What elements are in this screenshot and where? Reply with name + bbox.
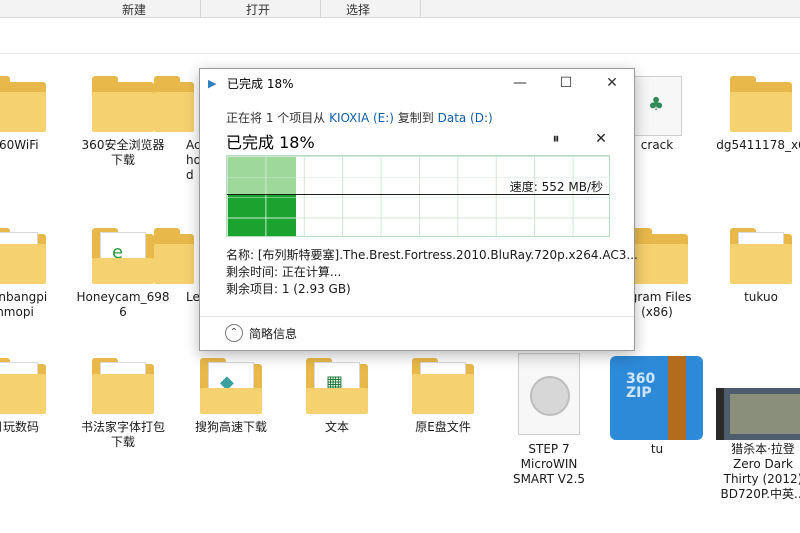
- minimize-button[interactable]: —: [498, 71, 542, 95]
- folder-icon: ▦: [306, 358, 368, 414]
- time-remaining-line: 剩余时间: 正在计算...: [226, 265, 342, 279]
- folder-shufajia[interactable]: 书法家字体打包 下载: [68, 358, 178, 450]
- item-label: 猎杀本·拉登 Zero Dark Thirty (2012) BD720P.中英…: [720, 442, 800, 501]
- folder-icon: [92, 358, 154, 414]
- copy-progress-dialog: ▶ 已完成 18% — ☐ ✕ 正在将 1 个项目从 KIOXIA (E:) 复…: [199, 68, 638, 351]
- folder-360wifi[interactable]: 360WiFi: [0, 76, 70, 153]
- item-label: tu: [650, 442, 664, 456]
- dialog-title-bar[interactable]: ▶ 已完成 18% — ☐ ✕: [200, 69, 634, 97]
- speed-label: 速度: 552 MB/秒: [509, 180, 603, 194]
- folder-icon: [154, 228, 194, 284]
- address-area: [0, 18, 800, 54]
- folder-le[interactable]: Le: [146, 228, 202, 305]
- graph-grid: [227, 156, 609, 236]
- item-label: 搜狗高速下载: [194, 420, 267, 434]
- item-label: 月玩数码: [0, 420, 39, 434]
- folder-wenben[interactable]: ▦ 文本: [282, 358, 392, 435]
- copy-description: 正在将 1 个项目从 KIOXIA (E:) 复制到 Data (D:): [226, 109, 493, 126]
- video-icon: [716, 388, 800, 440]
- folder-icon: [0, 228, 46, 284]
- ribbon-separator: [420, 0, 421, 18]
- folder-icon: ◆: [200, 358, 262, 414]
- folder-icon: [154, 76, 194, 132]
- item-label: 书法家字体打包 下载: [80, 420, 165, 449]
- folder-dg5411178[interactable]: dg5411178_x6: [706, 76, 800, 153]
- items-remaining-line: 剩余项目: 1 (2.93 GB): [226, 282, 351, 296]
- collapse-details-label[interactable]: 简略信息: [249, 325, 297, 342]
- pause-button[interactable]: ⏸: [546, 131, 566, 147]
- folder-icon: e: [92, 228, 154, 284]
- folder-yuewan[interactable]: 月玩数码: [0, 358, 70, 435]
- speed-graph: 速度: 552 MB/秒: [226, 155, 610, 237]
- file-tu[interactable]: tu: [602, 442, 712, 457]
- copy-prefix: 正在将 1 个项目从: [226, 111, 330, 125]
- close-button[interactable]: ✕: [590, 71, 634, 95]
- folder-original-e[interactable]: 原E盘文件: [388, 358, 498, 435]
- document-icon: ♣: [632, 76, 682, 136]
- folder-icon: [92, 76, 154, 132]
- item-label: Le: [186, 290, 200, 304]
- item-label: dg5411178_x6: [716, 138, 800, 152]
- zip-icon: 360 ZIP: [610, 356, 703, 440]
- item-label: Bonbangpi nmopi: [0, 290, 48, 319]
- maximize-button[interactable]: ☐: [544, 71, 588, 95]
- collapse-details-button[interactable]: ⌃: [225, 324, 243, 342]
- item-label: 文本: [324, 420, 349, 434]
- dialog-title: 已完成 18%: [227, 77, 294, 91]
- folder-icon: [0, 358, 46, 414]
- folder-icon: [0, 76, 46, 132]
- progress-status: 已完成 18%: [226, 133, 315, 152]
- folder-icon: [730, 76, 792, 132]
- item-label: STEP 7 MicroWIN SMART V2.5: [512, 442, 586, 486]
- dialog-footer: ⌃ 简略信息: [200, 316, 634, 350]
- ribbon-group-new[interactable]: 新建: [74, 1, 194, 18]
- file-zero-dark-thirty[interactable]: 猎杀本·拉登 Zero Dark Thirty (2012) BD720P.中英…: [708, 442, 800, 502]
- destination-link[interactable]: Data (D:): [438, 111, 493, 125]
- folder-icon: [412, 358, 474, 414]
- item-label: 原E盘文件: [415, 420, 471, 434]
- folder-ac[interactable]: Ac ho d: [146, 76, 202, 183]
- ribbon-group-select[interactable]: 选择: [298, 1, 418, 18]
- file-name-line: 名称: [布列斯特要塞].The.Brest.Fortress.2010.Blu…: [226, 248, 638, 262]
- copy-mid: 复制到: [393, 111, 438, 125]
- copy-icon: ▶: [208, 77, 217, 90]
- file-step7-microwin[interactable]: STEP 7 MicroWIN SMART V2.5: [494, 442, 604, 487]
- zip-icon-text: 360 ZIP: [626, 371, 656, 401]
- folder-tukuo[interactable]: tukuo: [706, 228, 800, 305]
- folder-sogou[interactable]: ◆ 搜狗高速下载: [176, 358, 286, 435]
- source-link[interactable]: KIOXIA (E:): [329, 111, 394, 125]
- item-label: 360WiFi: [0, 138, 39, 152]
- disc-icon: [518, 353, 580, 435]
- folder-icon: [730, 228, 792, 284]
- ribbon-bar: 新建 打开 选择: [0, 0, 800, 18]
- item-label: Ac ho d: [186, 138, 201, 182]
- folder-bonbangpi[interactable]: Bonbangpi nmopi: [0, 228, 70, 320]
- cancel-button[interactable]: ✕: [591, 131, 611, 147]
- item-label: tukuo: [744, 290, 778, 304]
